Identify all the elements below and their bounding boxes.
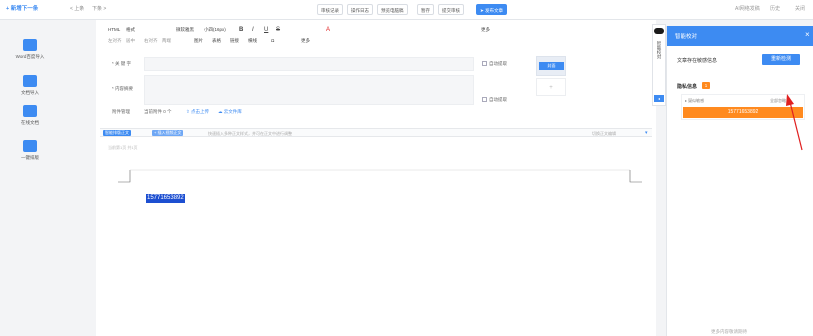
left-rail: Word百度导入 文档导入 在线文档 一键排版 bbox=[0, 20, 96, 336]
html-tool[interactable]: HTML bbox=[108, 26, 120, 34]
image-tool[interactable]: 图片 bbox=[194, 37, 203, 45]
local-upload-label: 点击上传 bbox=[191, 109, 210, 114]
rail-item-label: 文档导入 bbox=[21, 90, 39, 95]
toggle-icon[interactable] bbox=[654, 28, 664, 34]
new-next-button[interactable]: + 新增下一条 bbox=[6, 4, 38, 15]
panel-header: 智能校对 × bbox=[667, 26, 813, 46]
smart-layout-button[interactable]: 智能排版正文 bbox=[103, 130, 131, 136]
document-page[interactable]: 当前第1页 共1页 15771653892 bbox=[104, 137, 648, 336]
attachment-count: 当前附件 0 个 bbox=[144, 109, 172, 114]
smart-proofread-tab[interactable]: 智能校对 ◂ bbox=[652, 24, 666, 106]
strike-tool[interactable]: S bbox=[276, 26, 280, 34]
rail-item-label: 一键排版 bbox=[21, 155, 39, 160]
checkbox[interactable] bbox=[482, 61, 487, 67]
checkbox[interactable] bbox=[482, 97, 487, 103]
rail-item-layout[interactable]: 一键排版 bbox=[0, 140, 60, 161]
more-tool[interactable]: 更多 bbox=[481, 26, 490, 34]
font-color-tool[interactable]: A bbox=[326, 26, 330, 34]
ai-news-link[interactable]: AI网络发稿 bbox=[735, 4, 760, 15]
attachment-label: 附件管理 bbox=[112, 109, 130, 114]
auto-extract-2[interactable]: 自动提取 bbox=[482, 97, 507, 103]
proofread-panel: 智能校对 × 文章存在敏感信息 重新检测 隐私信息 1 ▸ 疑似敏感 全部忽略 … bbox=[666, 26, 813, 336]
operation-log-button[interactable]: 操作日志 bbox=[347, 4, 373, 15]
preview-button[interactable]: 预览电脑稿 bbox=[377, 4, 408, 15]
auto-extract-1[interactable]: 自动提取 bbox=[482, 61, 507, 67]
layout-icon bbox=[23, 140, 37, 152]
more-tool-2[interactable]: 更多 bbox=[301, 37, 310, 45]
rail-item-cloud[interactable] bbox=[0, 39, 60, 54]
history-link[interactable]: 历史 bbox=[770, 4, 780, 15]
import-icon bbox=[23, 75, 37, 87]
summary-input[interactable] bbox=[144, 75, 474, 105]
publish-label: 发布文章 bbox=[485, 8, 504, 13]
editor-area: HTML 格式 微软雅黑 小四(16px) B I U S A 更多 左对齐 居… bbox=[96, 20, 656, 336]
category-label: 隐私信息 bbox=[677, 84, 698, 90]
publish-button[interactable]: ➤ 发布文章 bbox=[476, 4, 508, 15]
top-bar: + 新增下一条 < 上条 下条 > 审核记录 操作日志 预览电脑稿 暂存 提交审… bbox=[0, 0, 813, 20]
table-tool[interactable]: 表格 bbox=[212, 37, 221, 45]
italic-tool[interactable]: I bbox=[252, 26, 254, 34]
keyword-input[interactable] bbox=[144, 57, 474, 71]
font-size-select[interactable]: 小四(16px) bbox=[204, 26, 226, 34]
summary-label: * 内容摘要 bbox=[112, 86, 134, 91]
add-cover-button[interactable]: + bbox=[536, 78, 566, 96]
auto-extract-label: 自动提取 bbox=[489, 61, 507, 66]
item-type-label: 疑似敏感 bbox=[688, 98, 705, 103]
rail-item-doc-import[interactable]: 文档导入 bbox=[0, 75, 60, 96]
keyword-label: * 关 键 字 bbox=[112, 61, 132, 66]
highlighted-phone-number[interactable]: 15771653892 bbox=[146, 194, 185, 203]
next-button[interactable]: 下条 > bbox=[92, 4, 106, 15]
summary-text: 文章存在敏感信息 bbox=[677, 58, 718, 64]
online-doc-icon bbox=[23, 105, 37, 117]
panel-title: 智能校对 bbox=[675, 34, 698, 40]
page-margin-guides bbox=[118, 169, 642, 183]
underline-tool[interactable]: U bbox=[264, 26, 268, 34]
align-center-tool[interactable]: 居中 bbox=[126, 37, 135, 45]
align-left-tool[interactable]: 左对齐 bbox=[108, 37, 122, 45]
prev-button[interactable]: < 上条 bbox=[70, 4, 84, 15]
recheck-button[interactable]: 重新检测 bbox=[762, 54, 800, 65]
font-family-select[interactable]: 微软雅黑 bbox=[176, 26, 194, 34]
hr-tool[interactable]: 横线 bbox=[248, 37, 257, 45]
cloud-icon bbox=[23, 39, 37, 51]
cloud-upload-link[interactable]: ☁ 云文件库 bbox=[218, 109, 242, 115]
side-tab-label: 智能校对 bbox=[657, 41, 662, 59]
category-count-badge: 1 bbox=[702, 82, 710, 89]
panel-footer: 更多内容敬请期待 bbox=[711, 329, 747, 334]
rail-item-label: 在线文档 bbox=[21, 120, 39, 125]
justify-tool[interactable]: 两端 bbox=[162, 37, 171, 45]
link-tool[interactable]: 链接 bbox=[230, 37, 239, 45]
rail-item-online-doc[interactable]: 在线文档 bbox=[0, 105, 60, 126]
audit-record-button[interactable]: 审核记录 bbox=[317, 4, 343, 15]
format-tool[interactable]: 格式 bbox=[126, 26, 135, 34]
annotation-arrow bbox=[786, 94, 803, 151]
close-link[interactable]: 关闭 bbox=[795, 4, 805, 15]
body-toolbar: 智能排版正文 + 插入视频正文 快速插入多种正文样式，并可在正文中进行调整 切换… bbox=[100, 128, 652, 137]
bold-tool[interactable]: B bbox=[239, 26, 243, 34]
editor-toolbar: HTML 格式 微软雅黑 小四(16px) B I U S A 更多 左对齐 居… bbox=[96, 24, 656, 50]
align-right-tool[interactable]: 右对齐 bbox=[144, 37, 158, 45]
save-draft-button[interactable]: 暂存 bbox=[417, 4, 434, 15]
special-char-tool[interactable]: Ω bbox=[271, 37, 274, 45]
insert-video-button[interactable]: + 插入视频正文 bbox=[152, 130, 184, 136]
auto-extract-label: 自动提取 bbox=[489, 97, 507, 102]
rail-item-word-import[interactable]: Word百度导入 bbox=[0, 54, 60, 60]
cover-label: 封面 bbox=[539, 62, 564, 70]
cover-image[interactable]: 封面 bbox=[536, 56, 566, 76]
cloud-upload-label: 云文件库 bbox=[223, 109, 242, 114]
close-icon[interactable]: × bbox=[805, 30, 810, 40]
chevron-down-icon[interactable]: ▾ bbox=[645, 130, 648, 136]
rail-item-label: Word百度导入 bbox=[15, 54, 45, 59]
item-type: ▸ 疑似敏感 bbox=[685, 98, 704, 104]
side-tab-badge[interactable]: ◂ bbox=[654, 95, 664, 102]
local-upload-link[interactable]: ⇧ 点击上传 bbox=[186, 109, 209, 115]
submit-audit-button[interactable]: 提交审核 bbox=[438, 4, 464, 15]
